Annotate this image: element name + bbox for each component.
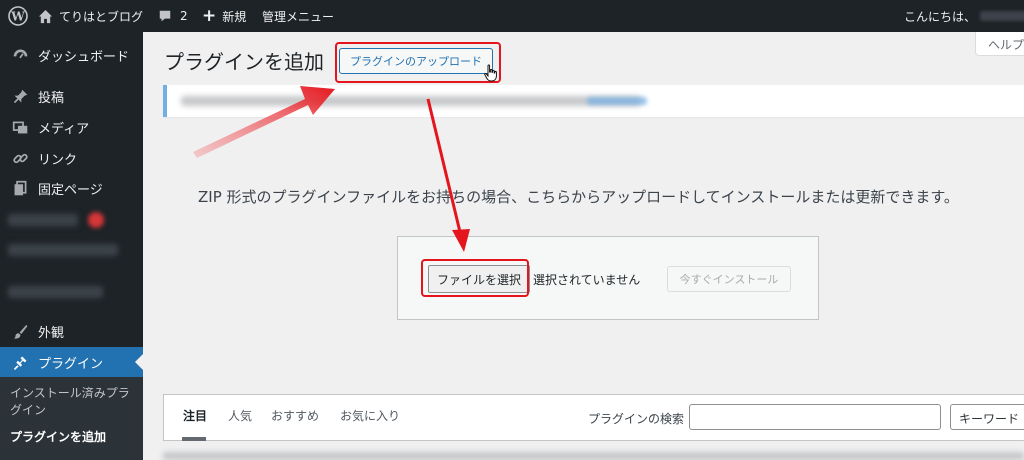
admin-menu-link[interactable]: 管理メニュー <box>262 0 334 32</box>
submenu-label: インストール済みプラ <box>10 386 130 400</box>
tab-popular[interactable]: 人気 <box>228 407 252 424</box>
sidebar-item-media[interactable]: メディア <box>0 112 143 142</box>
plugin-icon <box>10 352 30 372</box>
description-text-redacted <box>163 452 1024 460</box>
new-content-label: 新規 <box>222 9 247 24</box>
comment-icon <box>159 10 171 22</box>
arrow-to-choose-file <box>426 98 470 252</box>
active-tab-indicator <box>182 437 206 441</box>
sidebar-item-dashboard[interactable]: ダッシュボード <box>0 40 143 70</box>
search-type-select[interactable]: キーワード <box>950 404 1024 430</box>
sidebar-item-label: 外観 <box>38 325 65 341</box>
sidebar-item-plugins[interactable]: プラグイン <box>0 347 143 377</box>
submenu-installed-plugins[interactable]: インストール済みプラ グイン <box>10 385 130 419</box>
sidebar-item-redacted[interactable] <box>8 214 78 226</box>
search-plugins-input[interactable] <box>689 404 941 430</box>
sidebar-item-redacted[interactable] <box>8 244 118 256</box>
annotation-arrows <box>193 86 470 252</box>
highlight-box <box>421 259 529 297</box>
tab-featured[interactable]: 注目 <box>183 407 207 424</box>
page-icon <box>10 178 30 198</box>
highlight-box <box>335 42 501 83</box>
home-icon <box>38 9 53 23</box>
page-title: プラグインを追加 <box>164 50 324 74</box>
tab-favorites[interactable]: お気に入り <box>340 407 400 424</box>
plus-icon: + <box>202 5 217 26</box>
submenu-label: グイン <box>10 403 47 417</box>
sidebar-item-posts[interactable]: 投稿 <box>0 81 143 111</box>
sidebar-item-label: 固定ページ <box>38 182 103 198</box>
upload-instructions: ZIP 形式のプラグインファイルをお持ちの場合、こちらからアップロードしてインス… <box>198 188 959 206</box>
sidebar-item-appearance[interactable]: 外観 <box>0 316 143 346</box>
pushpin-icon <box>10 86 30 106</box>
info-notice <box>163 85 1024 117</box>
help-tab[interactable]: ヘルプ <box>975 32 1024 56</box>
search-plugins-label: プラグインの検索 <box>588 412 685 426</box>
media-icon <box>10 117 30 137</box>
no-file-selected-label: 選択されていません <box>533 273 641 287</box>
account-greeting[interactable]: こんにちは、 <box>904 0 1024 32</box>
submenu-add-new-plugin[interactable]: プラグインを追加 <box>10 429 106 446</box>
admin-sidebar: ダッシュボード 投稿 メディア リンク 固定ページ 外観 プラグイン インストー… <box>0 32 143 460</box>
svg-text:W: W <box>10 10 25 24</box>
comments-link[interactable]: 2 <box>158 0 188 32</box>
new-content-link[interactable]: + 新規 <box>202 0 246 32</box>
admin-menu-label: 管理メニュー <box>262 9 335 24</box>
sidebar-item-label: 投稿 <box>38 90 65 106</box>
link-icon <box>10 148 30 168</box>
tab-recommended[interactable]: おすすめ <box>271 407 319 424</box>
site-name-label: てりはとブログ <box>59 9 144 24</box>
sidebar-item-label: リンク <box>38 152 78 168</box>
notice-text-redacted <box>181 96 641 106</box>
comments-count: 2 <box>180 9 188 23</box>
sidebar-item-pages[interactable]: 固定ページ <box>0 173 143 203</box>
plugins-submenu: インストール済みプラ グイン プラグインを追加 <box>0 377 143 460</box>
notice-link-redacted[interactable] <box>587 97 647 105</box>
username-redacted <box>980 11 1024 21</box>
sidebar-item-label: プラグイン <box>38 356 104 372</box>
gauge-icon <box>10 45 30 65</box>
sidebar-item-redacted[interactable] <box>8 286 103 298</box>
sidebar-item-label: ダッシュボード <box>38 49 130 65</box>
greeting-label: こんにちは、 <box>904 9 977 24</box>
site-name-link[interactable]: てりはとブログ <box>38 0 143 32</box>
wordpress-logo-icon[interactable]: W <box>4 0 32 32</box>
install-now-button[interactable]: 今すぐインストール <box>667 266 791 292</box>
sidebar-item-links[interactable]: リンク <box>0 143 143 173</box>
sidebar-item-label: メディア <box>38 121 90 137</box>
admin-bar: W てりはとブログ 2 + 新規 管理メニュー こんにちは、 <box>0 0 1024 32</box>
brush-icon <box>10 321 30 341</box>
hand-cursor-icon <box>484 64 497 82</box>
notification-badge-redacted <box>88 212 104 228</box>
